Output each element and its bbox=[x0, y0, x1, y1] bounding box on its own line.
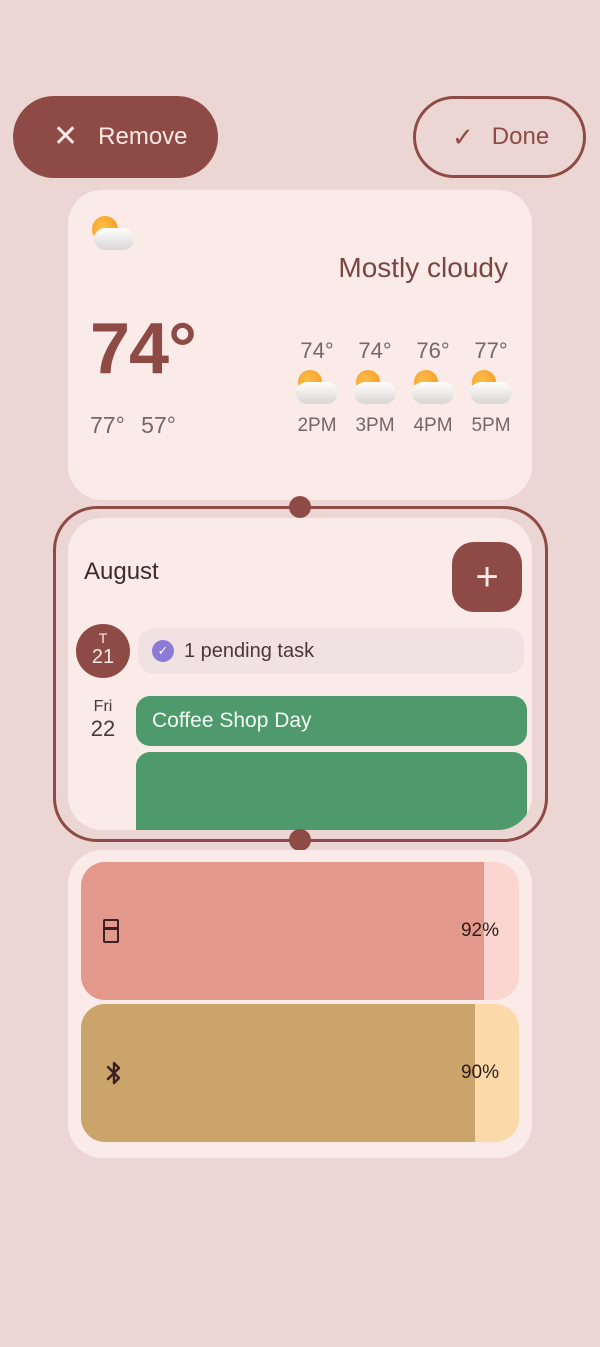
battery-case-icon bbox=[103, 919, 119, 943]
hourly-time: 2PM bbox=[297, 415, 337, 436]
next-day-date: 22 bbox=[90, 716, 116, 741]
hourly-item: 76° 4PM bbox=[404, 338, 462, 437]
partly-cloudy-icon bbox=[352, 368, 398, 408]
battery-percent-bluetooth: 90% bbox=[460, 1062, 499, 1083]
battery-bar-bluetooth: 90% bbox=[81, 1004, 519, 1142]
low-temp: 57° bbox=[141, 412, 176, 438]
battery-fill-bluetooth bbox=[81, 1004, 476, 1142]
partly-cloudy-icon bbox=[294, 368, 340, 408]
pending-task-label: 1 pending task bbox=[184, 639, 315, 662]
hourly-temp: 74° bbox=[300, 338, 334, 363]
hourly-temp: 77° bbox=[474, 338, 508, 363]
plus-icon: + bbox=[475, 554, 499, 599]
current-temperature: 74° bbox=[90, 309, 197, 389]
partly-cloudy-icon bbox=[90, 214, 136, 254]
hourly-temp: 76° bbox=[416, 338, 450, 363]
close-icon: ✕ bbox=[53, 120, 79, 153]
remove-label: Remove bbox=[98, 123, 188, 150]
done-button[interactable]: ✓ Done bbox=[413, 96, 586, 178]
calendar-widget[interactable]: August + T 21 ✓ 1 pending task Fri 22 Co… bbox=[68, 518, 532, 830]
hourly-time: 5PM bbox=[471, 415, 511, 436]
hourly-temp: 74° bbox=[358, 338, 392, 363]
hourly-item: 74° 3PM bbox=[346, 338, 404, 437]
hourly-time: 3PM bbox=[355, 415, 395, 436]
partly-cloudy-icon bbox=[468, 368, 514, 408]
battery-percent-case: 92% bbox=[460, 920, 499, 941]
high-temp: 77° bbox=[90, 412, 125, 438]
done-label: Done bbox=[491, 123, 550, 150]
high-low-temps: 77° 57° bbox=[90, 412, 176, 439]
add-event-button[interactable]: + bbox=[452, 542, 522, 612]
hourly-item: 74° 2PM bbox=[288, 338, 346, 437]
weather-condition: Mostly cloudy bbox=[338, 252, 508, 283]
resize-handle-top[interactable] bbox=[289, 496, 311, 518]
today-day: 21 bbox=[91, 646, 115, 668]
pending-task-chip[interactable]: ✓ 1 pending task bbox=[138, 628, 524, 674]
next-day-weekday: Fri bbox=[93, 698, 113, 715]
remove-button[interactable]: ✕ Remove bbox=[13, 96, 218, 178]
hourly-time: 4PM bbox=[413, 415, 453, 436]
today-badge: T 21 bbox=[76, 624, 130, 678]
calendar-event[interactable]: Coffee Shop Day bbox=[136, 696, 527, 746]
calendar-month: August bbox=[84, 558, 159, 585]
battery-widget[interactable]: 92% 90% bbox=[68, 850, 532, 1158]
today-weekday: T bbox=[98, 630, 108, 646]
task-check-icon: ✓ bbox=[152, 640, 174, 662]
battery-bar-case: 92% bbox=[81, 862, 519, 1000]
partly-cloudy-icon bbox=[410, 368, 456, 408]
hourly-item: 77° 5PM bbox=[462, 338, 520, 437]
calendar-event-block[interactable] bbox=[136, 752, 527, 830]
hourly-forecast: 74° 2PM 74° 3PM 76° 4PM 77° 5PM bbox=[288, 338, 520, 437]
battery-fill-case bbox=[81, 862, 484, 1000]
bluetooth-icon bbox=[106, 1061, 121, 1085]
event-title: Coffee Shop Day bbox=[152, 709, 312, 732]
check-icon: ✓ bbox=[452, 122, 474, 152]
next-day-label: Fri 22 bbox=[80, 698, 126, 742]
resize-handle-bottom[interactable] bbox=[289, 829, 311, 851]
weather-widget[interactable]: Mostly cloudy 74° 77° 57° 74° 2PM 74° 3P… bbox=[68, 190, 532, 500]
